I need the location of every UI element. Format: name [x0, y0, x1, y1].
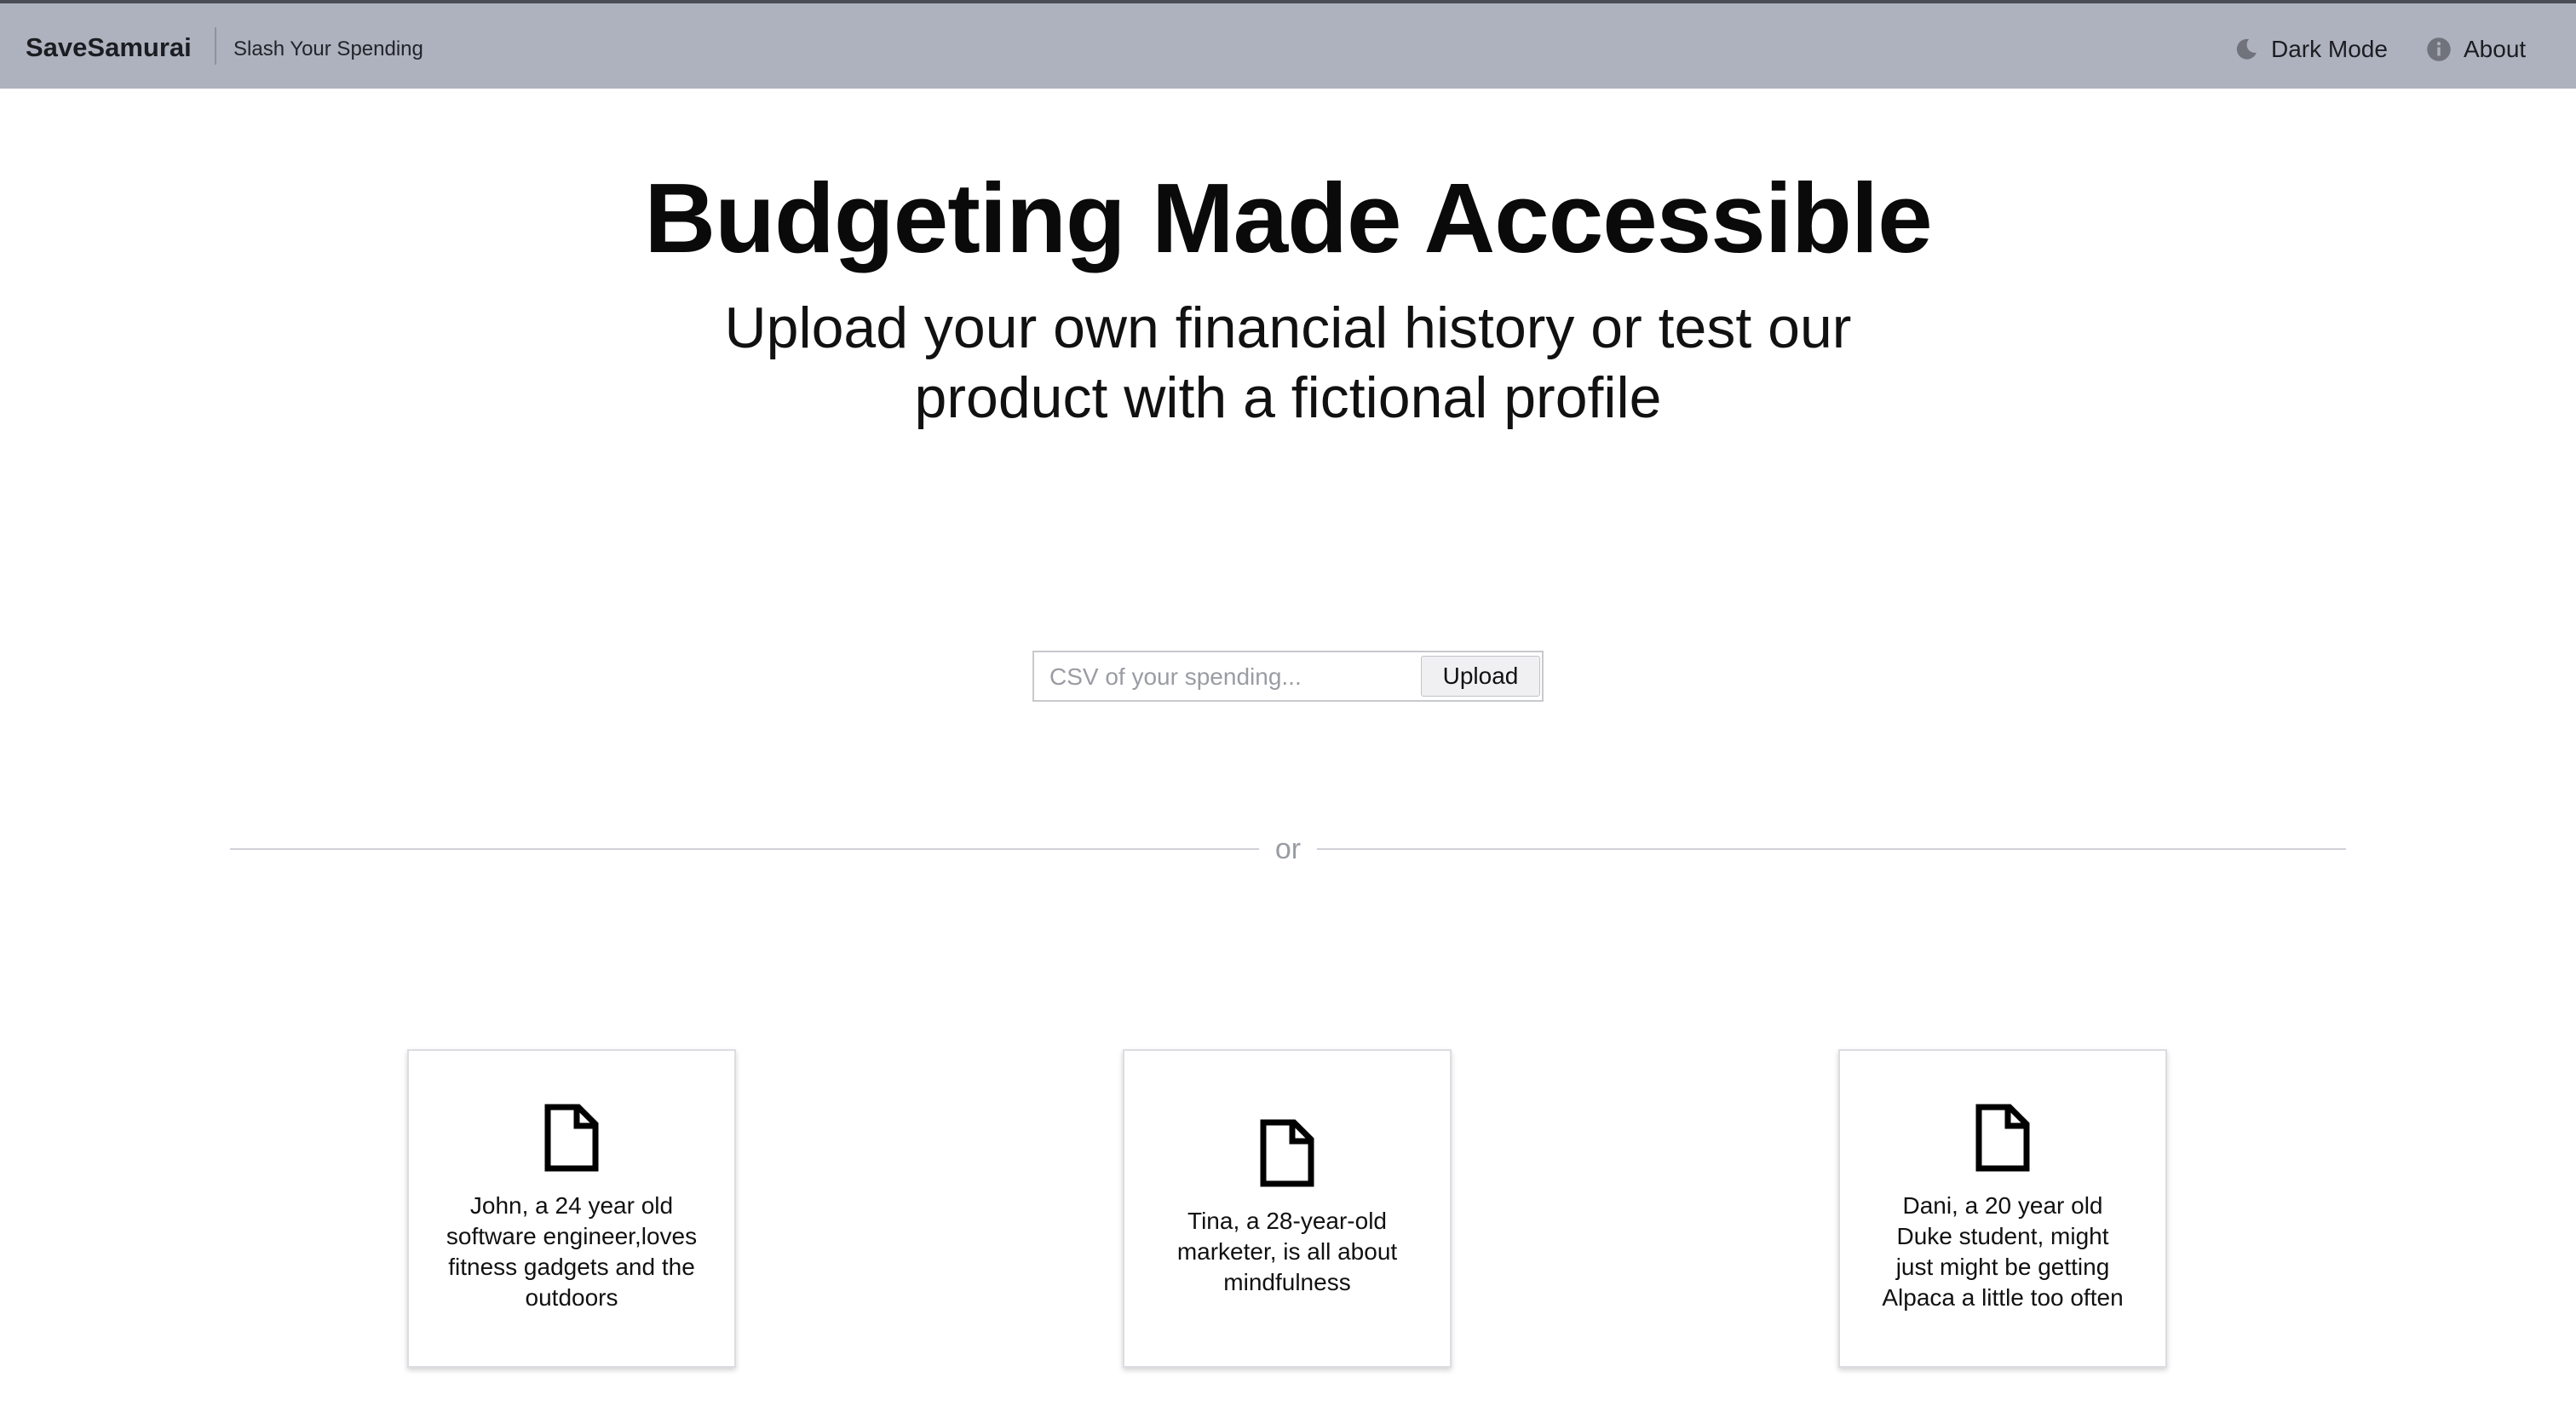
page-title: Budgeting Made Accessible [644, 163, 1932, 273]
about-label: About [2464, 36, 2527, 62]
page-subtitle: Upload your own financial history or tes… [724, 296, 1852, 430]
tagline: Slash Your Spending [233, 37, 423, 60]
profile-description: John, a 24 year old software engineer,lo… [446, 1192, 698, 1311]
divider-line-right [1317, 848, 2346, 850]
profile-description: Dani, a 20 year old Duke student, might … [1882, 1192, 2124, 1311]
file-icon [1975, 1104, 2030, 1172]
brand-logo[interactable]: SaveSamurai [26, 32, 192, 63]
profile-card-dani[interactable]: Dani, a 20 year old Duke student, might … [1838, 1049, 2167, 1368]
divider-or: or [1274, 833, 1302, 865]
moon-icon [2236, 38, 2257, 60]
navbar: SaveSamurai Slash Your Spending Dark Mod… [0, 0, 2576, 89]
profile-card-tina[interactable]: Tina, a 28-year-old marketer, is all abo… [1123, 1049, 1452, 1368]
upload-button[interactable]: Upload [1421, 656, 1540, 697]
profile-card-john[interactable]: John, a 24 year old software engineer,lo… [407, 1049, 736, 1368]
brand-divider [215, 27, 216, 65]
profile-description: Tina, a 28-year-old marketer, is all abo… [1176, 1208, 1398, 1295]
dark-mode-toggle[interactable]: Dark Mode [2234, 32, 2388, 66]
info-icon [2427, 37, 2451, 61]
file-icon [544, 1104, 599, 1172]
dark-mode-label: Dark Mode [2271, 36, 2388, 62]
csv-input[interactable] [1038, 656, 1426, 698]
divider-line-left [230, 848, 1259, 850]
about-link[interactable]: About [2426, 32, 2526, 66]
file-icon [1260, 1119, 1314, 1187]
upload-form: Upload [1032, 651, 1544, 702]
